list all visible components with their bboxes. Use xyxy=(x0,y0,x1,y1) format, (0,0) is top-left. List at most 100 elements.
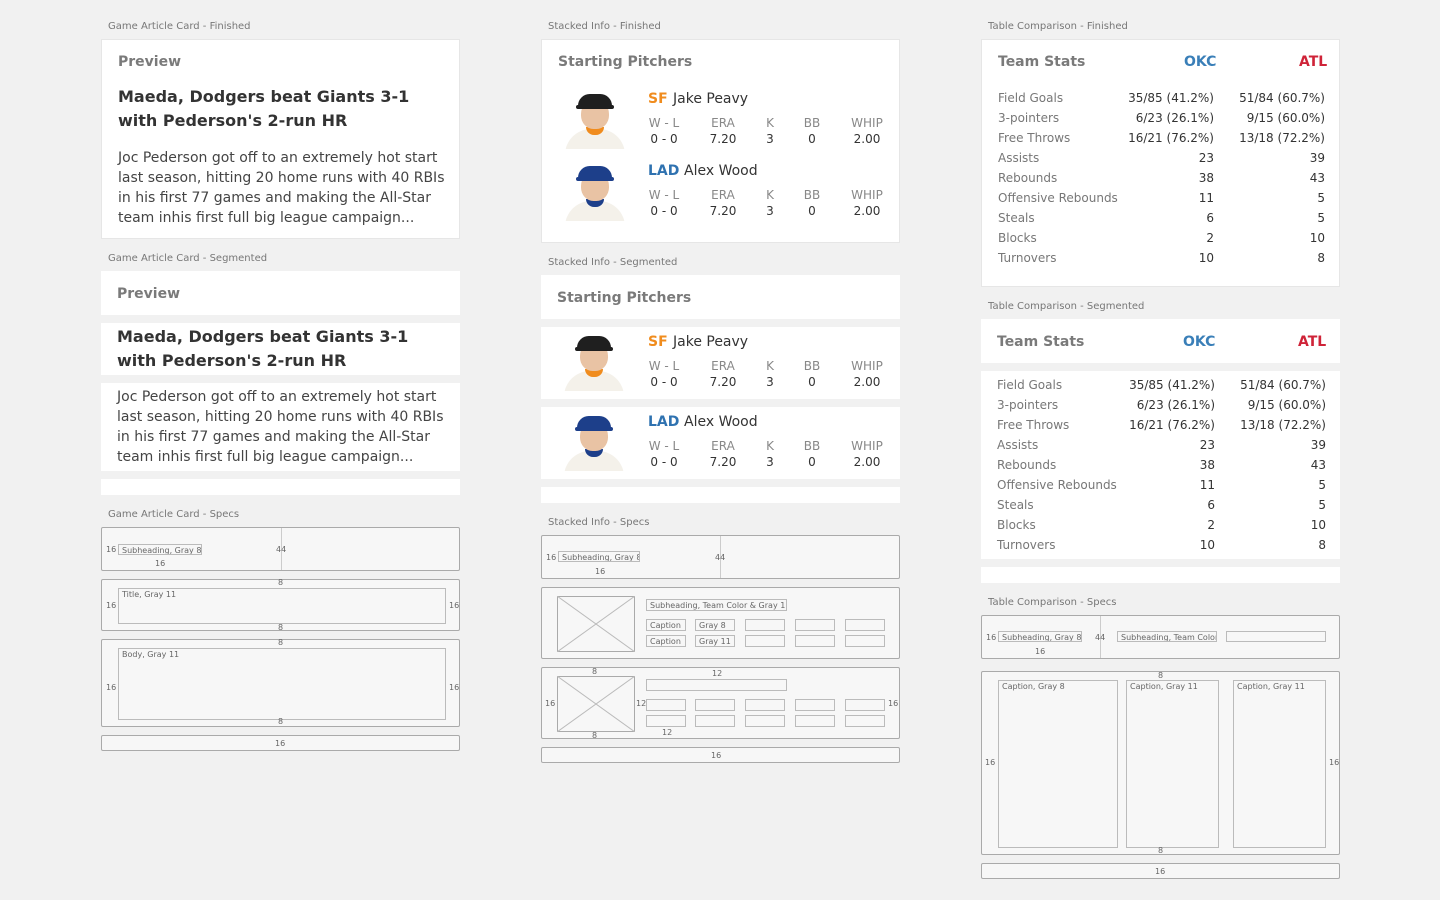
card-subheading: Team Stats xyxy=(997,334,1085,350)
spec-dimension: 12 xyxy=(662,728,673,737)
team-b-value: 39 xyxy=(1310,438,1326,452)
team-a-value: 10 xyxy=(1198,251,1214,265)
article-title[interactable]: Maeda, Dodgers beat Giants 3-1 with Pede… xyxy=(117,325,437,373)
table-row: Field Goals 35/85 (41.2%) 51/84 (60.7%) xyxy=(997,378,1326,398)
spec-cell-box xyxy=(745,699,785,711)
article-title[interactable]: Maeda, Dodgers beat Giants 3-1 with Pede… xyxy=(118,85,438,133)
spec-caption-box: Caption xyxy=(646,619,686,631)
cap-brim xyxy=(576,105,614,109)
stat-label: Assists xyxy=(997,438,1039,452)
cap-brim xyxy=(576,177,614,181)
team-a-value: 2 xyxy=(1207,518,1215,532)
player-headshot xyxy=(558,413,630,471)
stacked-info-card-finished[interactable]: Starting Pitchers SF Jake Peavy W - L0 -… xyxy=(541,39,900,243)
spec-pitcher-row: Subheading, Team Color & Gray 11 Caption… xyxy=(541,587,900,659)
stat-bb: BB 0 xyxy=(803,439,821,469)
spec-cell-box xyxy=(845,715,885,727)
team-b-value: 51/84 (60.7%) xyxy=(1239,91,1325,105)
spec-cell-box xyxy=(795,715,835,727)
spec-subheading-box: Subheading, Gray 8 xyxy=(558,551,640,562)
spec-team-subheading-box: Subheading, Team Color xyxy=(1117,631,1217,642)
team-a-value: 16/21 (76.2%) xyxy=(1128,131,1214,145)
team-b-label: ATL xyxy=(1298,334,1327,350)
spec-cell-box xyxy=(745,619,785,631)
pitcher-name[interactable]: Jake Peavy xyxy=(673,334,748,350)
spec-spacer-block: 16 xyxy=(101,735,460,751)
image-placeholder-icon xyxy=(557,596,635,652)
section-label: Table Comparison - Specs xyxy=(988,597,1117,608)
table-segment-header: Team Stats OKC ATL xyxy=(981,319,1340,363)
player-headshot xyxy=(558,333,630,391)
team-a-value: 6 xyxy=(1207,498,1215,512)
spec-dimension: 16 xyxy=(449,683,460,692)
table-segment-spacer xyxy=(981,567,1340,583)
pitcher-row[interactable]: LAD Alex Wood W - L0 - 0 ERA 7.20 K3 BB 0 … xyxy=(542,156,901,228)
table-row: Turnovers 10 8 xyxy=(997,538,1326,558)
spec-dimension: 16 xyxy=(545,699,556,708)
spec-caption-column: Caption, Gray 8 xyxy=(998,680,1118,848)
pitcher-row-segment[interactable]: SF Jake Peavy W - L0 - 0 ERA 7.20 K3 BB 0 … xyxy=(541,327,900,399)
table-comparison-card-finished[interactable]: Team Stats OKC ATL Field Goals 35/85 (41.… xyxy=(981,39,1340,287)
spec-cell-box xyxy=(745,635,785,647)
spec-title-box: Title, Gray 11 xyxy=(118,588,446,624)
table-row: Field Goals 35/85 (41.2%) 51/84 (60.7%) xyxy=(998,91,1325,111)
section-label: Stacked Info - Finished xyxy=(548,21,661,32)
pitcher-name[interactable]: Alex Wood xyxy=(684,163,758,179)
spec-dimension: 44 xyxy=(715,553,726,562)
team-b-value: 10 xyxy=(1310,518,1326,532)
article-segment-title[interactable]: Maeda, Dodgers beat Giants 3-1 with Pede… xyxy=(101,323,460,375)
stat-label: 3-pointers xyxy=(997,398,1059,412)
spec-gray11-box: Gray 11 xyxy=(695,635,735,647)
pitcher-name[interactable]: Alex Wood xyxy=(684,414,758,430)
spec-dimension: 16 xyxy=(711,751,722,760)
spec-cell-box xyxy=(795,619,835,631)
team-a-value: 11 xyxy=(1199,478,1215,492)
stat-label: Offensive Rebounds xyxy=(997,478,1117,492)
spec-dimension: 16 xyxy=(106,545,117,554)
article-body: Joc Pederson got off to an extremely hot… xyxy=(118,150,445,226)
stat-whip: WHIP 2.00 xyxy=(851,116,883,146)
spec-dimension: 16 xyxy=(1155,867,1166,876)
spec-pitcher-row-measured: 8 12 16 12 16 8 12 xyxy=(541,667,900,740)
table-row: Rebounds 38 43 xyxy=(997,458,1326,478)
spec-cell-box xyxy=(795,635,835,647)
article-segment-spacer xyxy=(101,479,460,495)
team-a-value: 38 xyxy=(1199,458,1215,472)
spec-dimension: 8 xyxy=(278,623,284,632)
spec-cell-box xyxy=(695,699,735,711)
spec-dimension: 16 xyxy=(888,699,899,708)
spec-title-block: 8 16 Title, Gray 11 16 8 xyxy=(101,578,460,632)
spec-dimension: 16 xyxy=(449,601,460,610)
spec-cell-box xyxy=(646,679,787,691)
stat-label: Field Goals xyxy=(998,91,1064,105)
team-b-value: 8 xyxy=(1317,251,1325,265)
spec-cell-box xyxy=(845,699,885,711)
stat-label: 3-pointers xyxy=(998,111,1060,125)
pitcher-row-segment[interactable]: LAD Alex Wood W - L0 - 0 ERA 7.20 K3 BB 0 … xyxy=(541,407,900,479)
team-a-value: 6 xyxy=(1206,211,1214,225)
spec-dimension: 8 xyxy=(592,667,598,676)
team-b-value: 13/18 (72.2%) xyxy=(1240,418,1326,432)
pitcher-row[interactable]: SF Jake Peavy W - L0 - 0 ERA 7.20 K3 BB 0 … xyxy=(542,84,901,156)
stat-era: ERA 7.20 xyxy=(709,439,737,469)
spec-subheading-block: 16 Subheading, Gray 8 16 44 xyxy=(101,527,460,571)
stat-wl: W - L0 - 0 xyxy=(648,439,680,469)
table-row: Assists 23 39 xyxy=(997,438,1326,458)
section-label: Stacked Info - Specs xyxy=(548,517,650,528)
stat-label: Free Throws xyxy=(997,418,1070,432)
team-b-value: 8 xyxy=(1318,538,1326,552)
stat-whip: WHIP 2.00 xyxy=(851,359,883,389)
spec-caption-column: Caption, Gray 11 xyxy=(1126,680,1219,848)
team-b-value: 5 xyxy=(1318,498,1326,512)
table-row: Blocks 2 10 xyxy=(998,231,1325,251)
team-abbr: LAD xyxy=(648,163,680,179)
pitcher-name[interactable]: Jake Peavy xyxy=(673,91,748,107)
spec-cell-box xyxy=(646,699,686,711)
team-a-value: 23 xyxy=(1198,151,1214,165)
spec-dimension: 8 xyxy=(1158,671,1164,680)
spec-dimension: 16 xyxy=(106,601,117,610)
spec-dimension: 8 xyxy=(278,717,284,726)
article-card-finished[interactable]: Preview Maeda, Dodgers beat Giants 3-1 w… xyxy=(101,39,460,239)
team-a-value: 38 xyxy=(1198,171,1214,185)
article-body: Joc Pederson got off to an extremely hot… xyxy=(117,389,444,465)
